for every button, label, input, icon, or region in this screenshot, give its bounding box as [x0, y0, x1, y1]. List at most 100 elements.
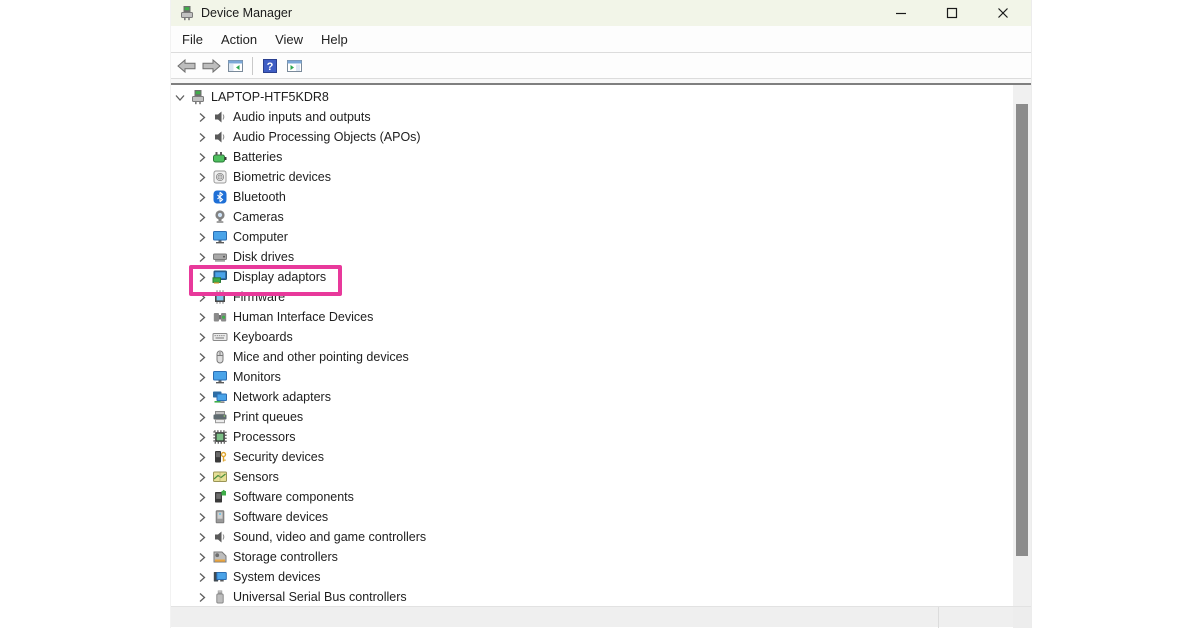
tree-item-label: Bluetooth	[233, 190, 286, 204]
chevron-right-icon[interactable]	[195, 190, 209, 205]
chevron-right-icon[interactable]	[195, 570, 209, 585]
tree-item-computer[interactable]: Computer	[171, 227, 1011, 247]
chevron-right-icon[interactable]	[195, 250, 209, 265]
tree-item-print-queues[interactable]: Print queues	[171, 407, 1011, 427]
tree-item-disk-drives[interactable]: Disk drives	[171, 247, 1011, 267]
chevron-right-icon[interactable]	[195, 490, 209, 505]
properties-window-icon	[286, 58, 303, 74]
chevron-right-icon[interactable]	[195, 370, 209, 385]
scrollbar-thumb[interactable]	[1016, 104, 1028, 556]
console-tree-button[interactable]	[224, 55, 246, 77]
computer-root-icon	[190, 89, 206, 105]
chevron-right-icon[interactable]	[195, 430, 209, 445]
tree-item-biometric-devices[interactable]: Biometric devices	[171, 167, 1011, 187]
tree-item-label: Computer	[233, 230, 288, 244]
chevron-right-icon[interactable]	[195, 390, 209, 405]
chevron-right-icon[interactable]	[195, 310, 209, 325]
chevron-right-icon[interactable]	[195, 350, 209, 365]
tree-item-cameras[interactable]: Cameras	[171, 207, 1011, 227]
chevron-right-icon[interactable]	[195, 590, 209, 605]
console-tree-icon	[227, 58, 244, 74]
chevron-right-icon[interactable]	[195, 150, 209, 165]
tree-item-label: Audio inputs and outputs	[233, 110, 371, 124]
chevron-right-icon[interactable]	[195, 270, 209, 285]
menu-item-action[interactable]: Action	[212, 28, 266, 51]
tree-item-human-interface-devices[interactable]: Human Interface Devices	[171, 307, 1011, 327]
chevron-right-icon[interactable]	[195, 130, 209, 145]
tree-item-label: Biometric devices	[233, 170, 331, 184]
chevron-right-icon[interactable]	[195, 550, 209, 565]
chevron-down-icon[interactable]	[173, 90, 187, 105]
tree-root-node[interactable]: LAPTOP-HTF5KDR8	[171, 87, 1011, 107]
storage-icon	[212, 549, 228, 565]
display-adapter-icon	[212, 269, 228, 285]
properties-button[interactable]	[283, 55, 305, 77]
tree-item-label: LAPTOP-HTF5KDR8	[211, 90, 329, 104]
chevron-right-icon[interactable]	[195, 530, 209, 545]
chevron-right-icon[interactable]	[195, 330, 209, 345]
back-button[interactable]	[176, 55, 198, 77]
chevron-right-icon[interactable]	[195, 410, 209, 425]
tree-item-processors[interactable]: Processors	[171, 427, 1011, 447]
chevron-right-icon[interactable]	[195, 510, 209, 525]
tree-item-bluetooth[interactable]: Bluetooth	[171, 187, 1011, 207]
scrollbar-corner	[1013, 607, 1031, 628]
help-button[interactable]: ?	[259, 55, 281, 77]
tree-item-label: Processors	[233, 430, 296, 444]
tree-item-universal-serial-bus-controllers[interactable]: Universal Serial Bus controllers	[171, 587, 1011, 606]
page-background: Device Manager File Action View Help ? LAPT…	[0, 0, 1200, 628]
firmware-icon	[212, 289, 228, 305]
window-controls	[872, 0, 1025, 26]
tree-item-mice-and-other-pointing-devices[interactable]: Mice and other pointing devices	[171, 347, 1011, 367]
tree-item-firmware[interactable]: Firmware	[171, 287, 1011, 307]
minimize-button[interactable]	[879, 0, 923, 26]
minimize-icon	[895, 7, 907, 19]
tree-item-keyboards[interactable]: Keyboards	[171, 327, 1011, 347]
chevron-right-icon[interactable]	[195, 470, 209, 485]
battery-icon	[212, 149, 228, 165]
maximize-button[interactable]	[930, 0, 974, 26]
bluetooth-icon	[212, 189, 228, 205]
chevron-right-icon[interactable]	[195, 230, 209, 245]
tree-item-label: Storage controllers	[233, 550, 338, 564]
close-icon	[997, 7, 1009, 19]
tree-item-network-adapters[interactable]: Network adapters	[171, 387, 1011, 407]
chevron-right-icon[interactable]	[195, 170, 209, 185]
menu-item-view[interactable]: View	[266, 28, 312, 51]
tree-item-label: Cameras	[233, 210, 284, 224]
software-device-icon	[212, 509, 228, 525]
chevron-right-icon[interactable]	[195, 210, 209, 225]
toolbar-separator	[252, 56, 253, 75]
tree-item-software-components[interactable]: Software components	[171, 487, 1011, 507]
help-icon: ?	[262, 58, 278, 74]
tree-item-monitors[interactable]: Monitors	[171, 367, 1011, 387]
tree-item-label: Firmware	[233, 290, 286, 304]
tree-item-audio-processing-objects-apos[interactable]: Audio Processing Objects (APOs)	[171, 127, 1011, 147]
tree-item-system-devices[interactable]: System devices	[171, 567, 1011, 587]
tree-item-label: System devices	[233, 570, 321, 584]
menu-item-file[interactable]: File	[173, 28, 212, 51]
chevron-right-icon[interactable]	[195, 110, 209, 125]
camera-icon	[212, 209, 228, 225]
tree-item-sensors[interactable]: Sensors	[171, 467, 1011, 487]
forward-button[interactable]	[200, 55, 222, 77]
tree-item-audio-inputs-and-outputs[interactable]: Audio inputs and outputs	[171, 107, 1011, 127]
vertical-scrollbar[interactable]	[1013, 85, 1031, 606]
printer-icon	[212, 409, 228, 425]
device-manager-icon	[179, 5, 195, 21]
mouse-icon	[212, 349, 228, 365]
chevron-right-icon[interactable]	[195, 290, 209, 305]
tree-item-display-adaptors[interactable]: Display adaptors	[171, 267, 1011, 287]
menu-item-help[interactable]: Help	[312, 28, 357, 51]
system-icon	[212, 569, 228, 585]
tree-item-security-devices[interactable]: Security devices	[171, 447, 1011, 467]
close-button[interactable]	[981, 0, 1025, 26]
tree-item-label: Mice and other pointing devices	[233, 350, 409, 364]
tree-item-software-devices[interactable]: Software devices	[171, 507, 1011, 527]
hid-icon	[212, 309, 228, 325]
tree-item-batteries[interactable]: Batteries	[171, 147, 1011, 167]
chevron-right-icon[interactable]	[195, 450, 209, 465]
tree-item-sound-video-and-game-controllers[interactable]: Sound, video and game controllers	[171, 527, 1011, 547]
status-strip	[171, 606, 1031, 628]
tree-item-storage-controllers[interactable]: Storage controllers	[171, 547, 1011, 567]
